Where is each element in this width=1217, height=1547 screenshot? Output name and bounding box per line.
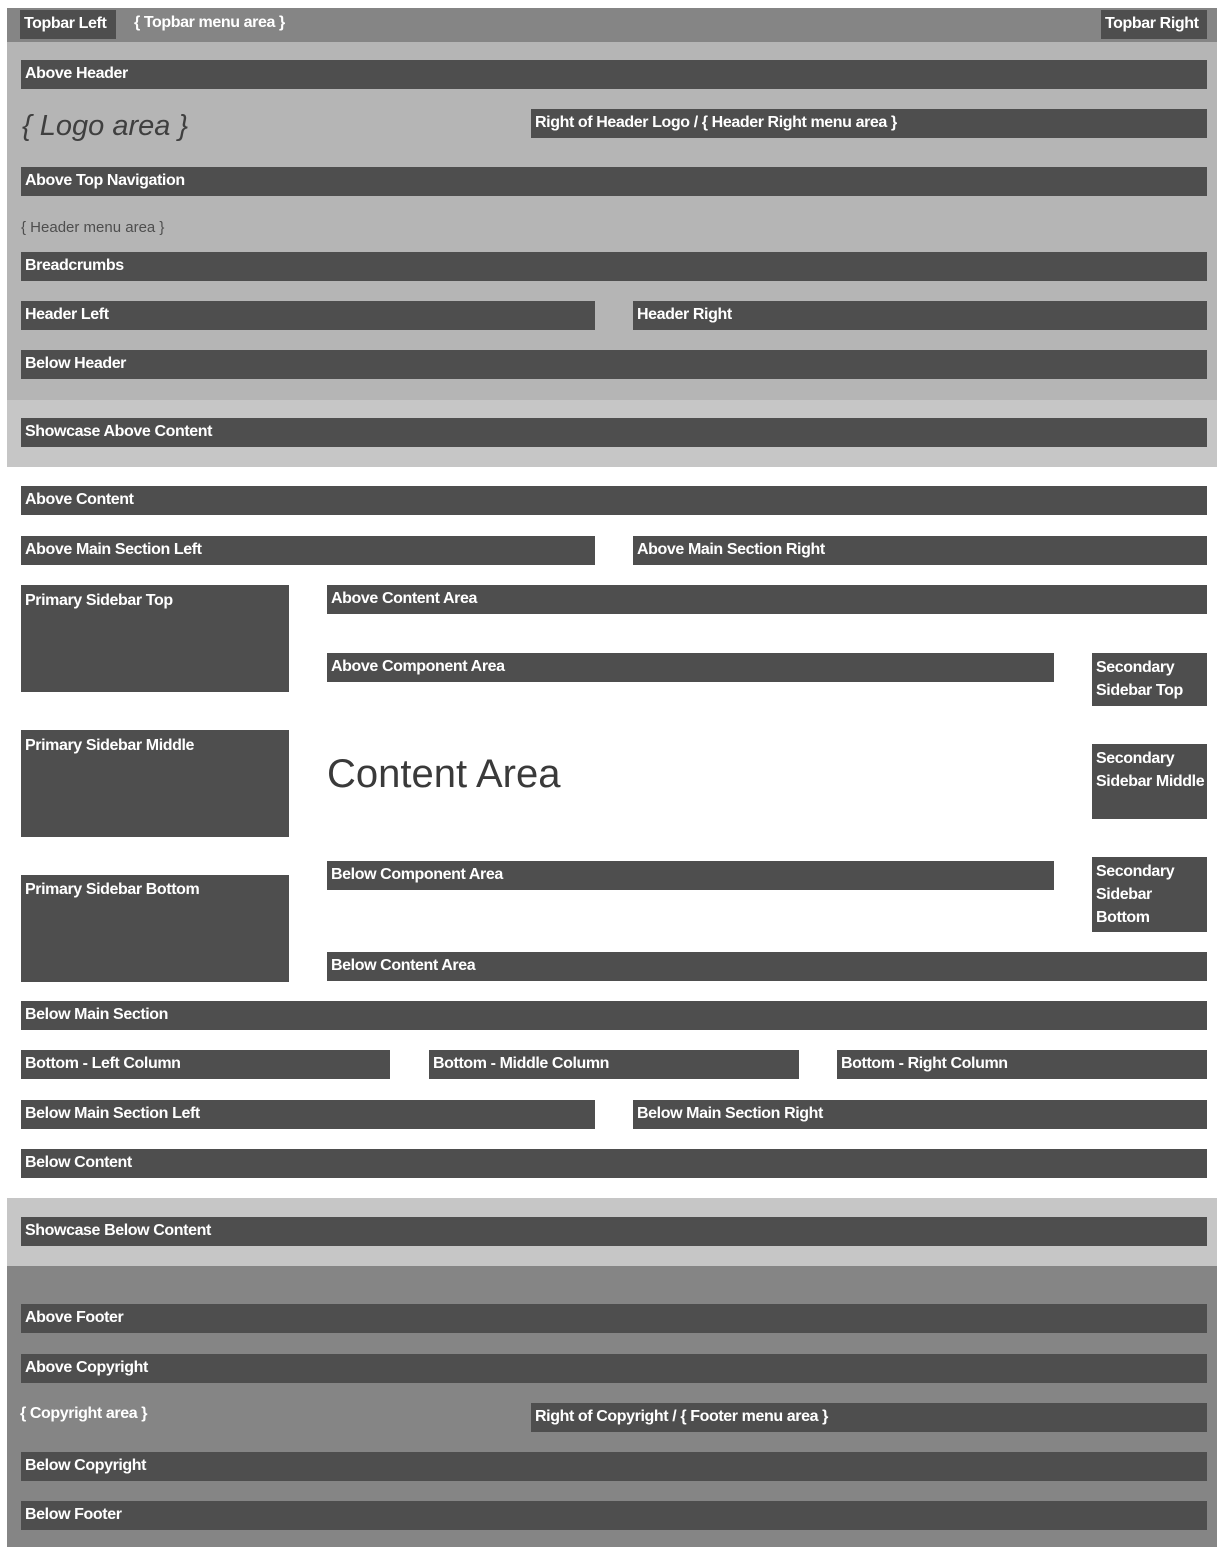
primary-sidebar-middle: Primary Sidebar Middle — [21, 730, 289, 837]
header-section: Above Header { Logo area } Right of Head… — [7, 42, 1217, 400]
topbar-section: Topbar Left { Topbar menu area } Topbar … — [7, 8, 1217, 42]
topbar-menu-area: { Topbar menu area } — [134, 14, 285, 31]
logo-area: { Logo area } — [22, 110, 189, 142]
bottom-middle-column: Bottom - Middle Column — [429, 1050, 799, 1079]
header-menu-area: { Header menu area } — [21, 219, 165, 236]
above-top-navigation: Above Top Navigation — [21, 167, 1207, 196]
content-area-label: Content Area — [327, 752, 561, 796]
above-main-section-left: Above Main Section Left — [21, 536, 595, 565]
primary-sidebar-bottom: Primary Sidebar Bottom — [21, 875, 289, 982]
secondary-sidebar-bottom: Secondary Sidebar Bottom — [1092, 857, 1207, 932]
topbar-left: Topbar Left — [20, 10, 116, 39]
above-header: Above Header — [21, 60, 1207, 89]
header-right: Header Right — [633, 301, 1207, 330]
above-content: Above Content — [21, 486, 1207, 515]
below-main-section-right: Below Main Section Right — [633, 1100, 1207, 1129]
main-section: Above Content Above Main Section Left Ab… — [7, 467, 1217, 1198]
showcase-above-section: Showcase Above Content — [7, 400, 1217, 467]
right-of-copyright: Right of Copyright / { Footer menu area … — [531, 1403, 1207, 1432]
above-component-area: Above Component Area — [327, 653, 1054, 682]
above-main-section-right: Above Main Section Right — [633, 536, 1207, 565]
right-of-header-logo: Right of Header Logo / { Header Right me… — [531, 109, 1207, 138]
bottom-left-column: Bottom - Left Column — [21, 1050, 390, 1079]
topbar-right: Topbar Right — [1101, 10, 1207, 39]
copyright-area: { Copyright area } — [20, 1405, 148, 1422]
below-content: Below Content — [21, 1149, 1207, 1178]
secondary-sidebar-middle: Secondary Sidebar Middle — [1092, 744, 1207, 819]
below-footer: Below Footer — [21, 1501, 1207, 1530]
secondary-sidebar-top: Secondary Sidebar Top — [1092, 653, 1207, 706]
footer-section: Above Footer Above Copyright { Copyright… — [7, 1266, 1217, 1547]
primary-sidebar-top: Primary Sidebar Top — [21, 585, 289, 692]
below-main-section-left: Below Main Section Left — [21, 1100, 595, 1129]
above-copyright: Above Copyright — [21, 1354, 1207, 1383]
above-content-area: Above Content Area — [327, 585, 1207, 614]
below-copyright: Below Copyright — [21, 1452, 1207, 1481]
header-left: Header Left — [21, 301, 595, 330]
below-content-area: Below Content Area — [327, 952, 1207, 981]
showcase-below-section: Showcase Below Content — [7, 1198, 1217, 1266]
above-footer: Above Footer — [21, 1304, 1207, 1333]
bottom-right-column: Bottom - Right Column — [837, 1050, 1207, 1079]
showcase-above-content: Showcase Above Content — [21, 418, 1207, 447]
below-component-area: Below Component Area — [327, 861, 1054, 890]
below-main-section: Below Main Section — [21, 1001, 1207, 1030]
breadcrumbs: Breadcrumbs — [21, 252, 1207, 281]
layout-diagram: Topbar Left { Topbar menu area } Topbar … — [7, 0, 1217, 1547]
showcase-below-content: Showcase Below Content — [21, 1217, 1207, 1246]
below-header: Below Header — [21, 350, 1207, 379]
